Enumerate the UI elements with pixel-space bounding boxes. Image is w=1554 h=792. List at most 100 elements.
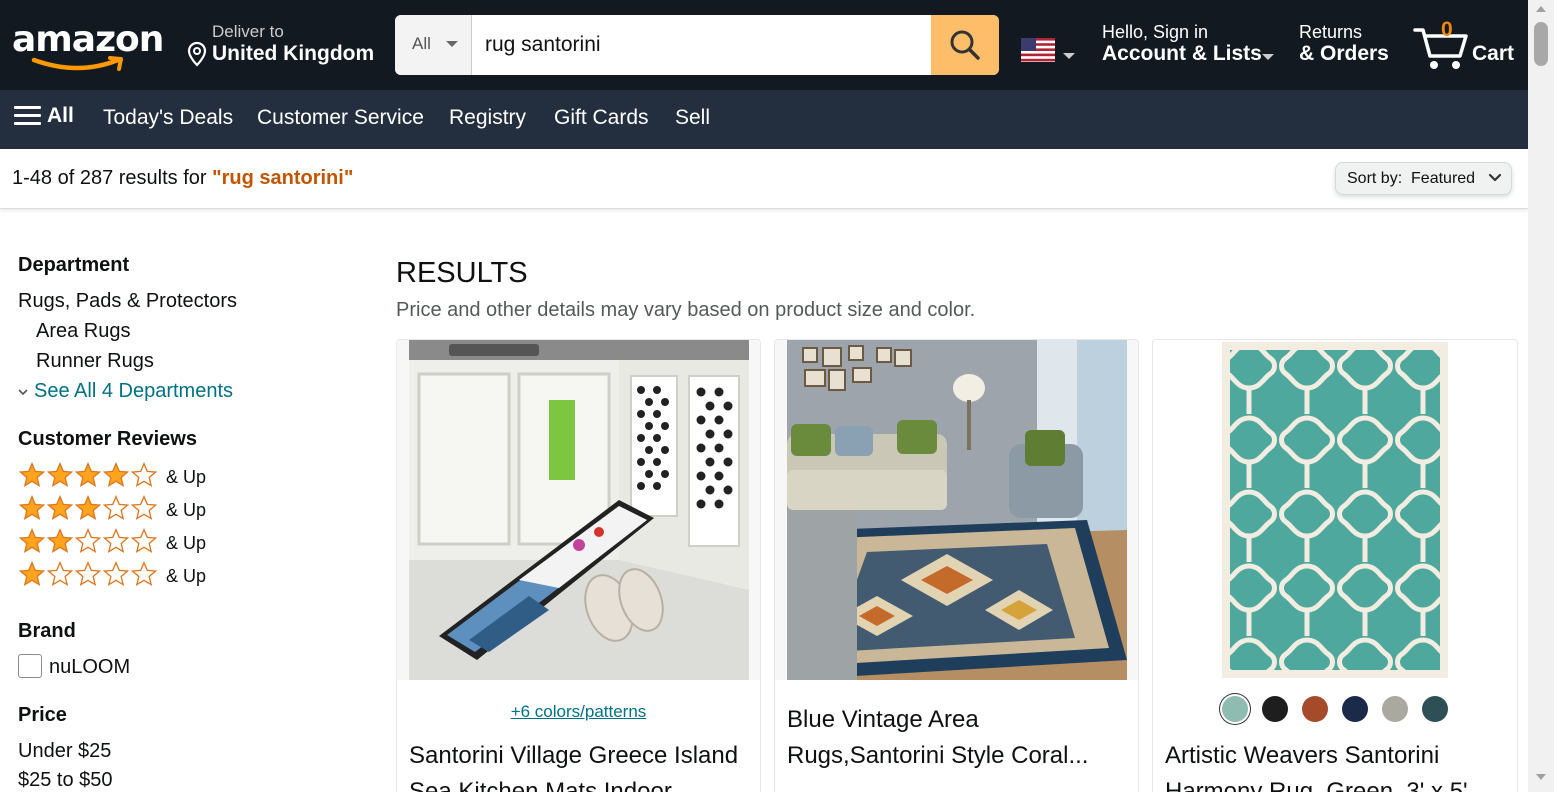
see-all-departments-link[interactable]: See All 4 Departments [18,380,233,403]
amazon-logo[interactable]: amazon [12,16,164,72]
star-filled-icon [46,461,74,488]
star-empty-icon [130,560,158,587]
brand-label-nuloom[interactable]: nuLOOM [49,656,130,679]
page-scrollbar[interactable] [1528,0,1554,792]
review-filter-label: & Up [166,500,207,520]
star-filled-icon [18,494,46,521]
nav-item-gift-cards[interactable]: Gift Cards [554,106,649,130]
review-filter-3-stars[interactable]: & Up [18,494,207,526]
product-title[interactable]: Blue Vintage Area Rugs,Santorini Style C… [787,702,1127,774]
product-title[interactable]: Santorini Village Greece Island Sea Kitc… [409,738,749,792]
search-input[interactable] [473,15,931,75]
star-filled-icon [74,461,102,488]
chevron-down-icon [18,389,28,395]
results-info-bar: 1-48 of 287 results for "rug santorini" … [0,149,1528,209]
sort-label: Sort by: [1347,170,1403,187]
price-link-under-25[interactable]: Under $25 [18,740,111,763]
language-selector[interactable] [1021,38,1081,66]
us-flag-icon [1021,38,1055,62]
price-link-25-to-50[interactable]: $25 to $50 [18,769,113,792]
living-room-rug-product-image [786,340,1127,680]
review-filter-label: & Up [166,467,207,487]
star-filled-icon [18,527,46,554]
product-card: +6 colors/patterns Santorini Village Gre… [396,339,761,792]
search-category-dropdown[interactable]: All [395,15,472,75]
product-card: Blue Vintage Area Rugs,Santorini Style C… [774,339,1139,792]
product-card: Artistic Weavers Santorini Harmony Rug, … [1152,339,1518,792]
brand-checkbox-nuloom[interactable] [18,654,42,678]
deliver-location: United Kingdom [212,42,375,65]
color-swatch[interactable] [1302,696,1328,722]
brand-heading: Brand [18,620,76,642]
deliver-to[interactable]: Deliver to United Kingdom [184,20,384,72]
review-filter-2-stars[interactable]: & Up [18,527,207,559]
star-filled-icon [46,527,74,554]
product-image[interactable] [1153,340,1517,680]
star-empty-icon [74,527,102,554]
color-swatch[interactable] [1342,696,1368,722]
color-swatches [1153,696,1517,722]
nav-item-registry[interactable]: Registry [449,106,526,130]
star-filled-icon [18,461,46,488]
product-image[interactable] [397,340,760,680]
star-empty-icon [74,560,102,587]
star-empty-icon [130,527,158,554]
star-empty-icon [130,494,158,521]
price-heading: Price [18,704,67,726]
color-swatch[interactable] [1382,696,1408,722]
search-icon [950,30,980,60]
star-rating-icon [18,494,158,526]
chevron-down-icon [1488,173,1502,182]
account-lists-label: Account & Lists [1102,42,1262,65]
scrollbar-thumb[interactable] [1534,22,1548,66]
chevron-down-icon [446,41,458,47]
star-rating-icon [18,527,158,559]
account-greeting: Hello, Sign in [1102,22,1209,42]
review-filter-label: & Up [166,533,207,553]
color-swatch[interactable] [1262,696,1288,722]
search-category-label: All [412,34,431,53]
results-heading: RESULTS [396,257,528,289]
scroll-up-icon[interactable] [1536,6,1546,12]
star-filled-icon [18,560,46,587]
department-link-runner-rugs[interactable]: Runner Rugs [36,350,154,373]
hamburger-menu-icon [14,106,41,126]
nav-item-todays-deals[interactable]: Today's Deals [103,106,233,130]
search-bar: All [395,15,999,75]
all-menu-label: All [47,104,74,127]
logo-smile-icon [31,56,123,71]
returns-label: Returns [1299,22,1363,42]
nav-item-sell[interactable]: Sell [675,106,710,130]
star-empty-icon [102,494,130,521]
cart-link[interactable]: 0 Cart [1412,18,1522,72]
results-count: 1-48 of 287 results for "rug santorini" [12,167,353,190]
nav-item-customer-service[interactable]: Customer Service [257,106,424,130]
cart-label: Cart [1472,42,1515,65]
results-count-prefix: 1-48 of 287 results for [12,167,213,189]
star-rating-icon [18,560,158,592]
deliver-label: Deliver to [212,22,284,41]
orders-label: & Orders [1299,42,1389,65]
review-filter-4-stars[interactable]: & Up [18,461,207,493]
department-heading: Department [18,254,130,276]
review-filter-1-star[interactable]: & Up [18,560,206,592]
department-link-area-rugs[interactable]: Area Rugs [36,320,131,343]
logo-text: amazon [12,19,164,60]
star-empty-icon [130,461,158,488]
account-menu[interactable]: Hello, Sign in Account & Lists [1102,20,1282,72]
see-all-departments-label: See All 4 Departments [34,380,233,402]
color-swatch[interactable] [1422,696,1448,722]
sort-dropdown[interactable]: Sort by: Featured [1335,162,1512,195]
all-menu-button[interactable]: All [14,104,74,128]
color-swatch[interactable] [1222,696,1248,722]
nav-bar: All Today's Deals Customer Service Regis… [0,90,1528,149]
scroll-down-icon[interactable] [1536,774,1546,780]
product-image[interactable] [775,340,1138,680]
product-title[interactable]: Artistic Weavers Santorini Harmony Rug, … [1165,738,1505,792]
trellis-rug-product-image [1222,342,1448,678]
department-link-rugs[interactable]: Rugs, Pads & Protectors [18,290,237,313]
color-variants-link[interactable]: +6 colors/patterns [397,702,760,722]
star-empty-icon [102,527,130,554]
returns-orders-link[interactable]: Returns & Orders [1299,20,1409,72]
search-button[interactable] [931,15,999,75]
